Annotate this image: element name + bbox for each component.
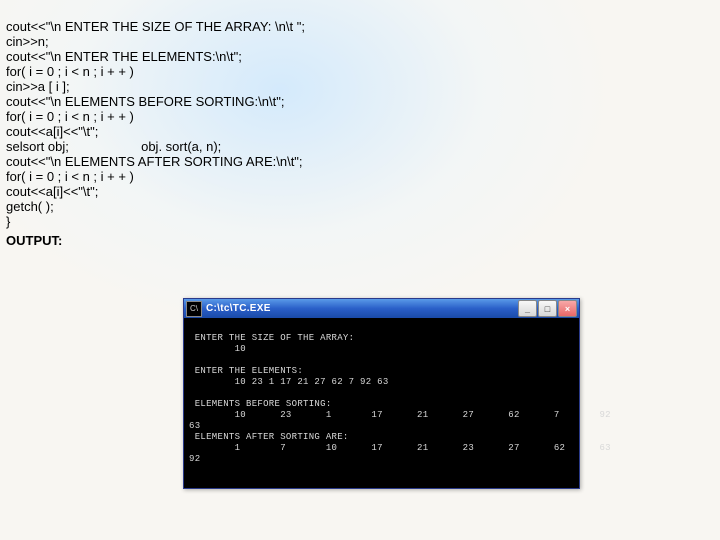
code-line: selsort obj; obj. sort(a, n); — [6, 139, 221, 154]
output-label: OUTPUT: — [0, 229, 720, 252]
code-line: } — [6, 214, 10, 229]
close-button[interactable]: × — [558, 300, 577, 317]
console-line: ENTER THE ELEMENTS: — [189, 366, 303, 376]
console-line: ENTER THE SIZE OF THE ARRAY: — [189, 333, 354, 343]
console-line: 10 23 1 17 21 27 62 7 92 63 — [189, 377, 389, 387]
code-line: cout<<"\n ENTER THE ELEMENTS:\n\t"; — [6, 49, 242, 64]
code-line: for( i = 0 ; i < n ; i + + ) — [6, 169, 134, 184]
code-line: cout<<"\n ELEMENTS BEFORE SORTING:\n\t"; — [6, 94, 284, 109]
code-line: getch( ); — [6, 199, 54, 214]
console-window: C\ C:\tc\TC.EXE _ □ × ENTER THE SIZE OF … — [183, 298, 580, 489]
console-line: 1 7 10 17 21 23 27 62 63 — [189, 443, 611, 453]
titlebar-text: C:\tc\TC.EXE — [206, 303, 518, 314]
code-line: cin>>a [ i ]; — [6, 79, 70, 94]
code-line: cout<<a[i]<<"\t"; — [6, 184, 98, 199]
console-line: 10 — [189, 344, 246, 354]
console-line: 63 — [189, 421, 200, 431]
code-line: cin>>n; — [6, 34, 49, 49]
code-line: for( i = 0 ; i < n ; i + + ) — [6, 64, 134, 79]
console-line: ELEMENTS AFTER SORTING ARE: — [189, 432, 349, 442]
console-line: 10 23 1 17 21 27 62 7 92 — [189, 410, 611, 420]
code-line: cout<<a[i]<<"\t"; — [6, 124, 98, 139]
code-block: cout<<"\n ENTER THE SIZE OF THE ARRAY: \… — [0, 0, 720, 229]
code-line: cout<<"\n ENTER THE SIZE OF THE ARRAY: \… — [6, 19, 305, 34]
console-line: 92 — [189, 454, 200, 464]
titlebar[interactable]: C\ C:\tc\TC.EXE _ □ × — [184, 299, 579, 318]
code-line: cout<<"\n ELEMENTS AFTER SORTING ARE:\n\… — [6, 154, 303, 169]
app-icon: C\ — [186, 301, 202, 317]
console-line: ELEMENTS BEFORE SORTING: — [189, 399, 332, 409]
code-line: for( i = 0 ; i < n ; i + + ) — [6, 109, 134, 124]
maximize-button[interactable]: □ — [538, 300, 557, 317]
minimize-button[interactable]: _ — [518, 300, 537, 317]
window-buttons: _ □ × — [518, 300, 577, 317]
console-body: ENTER THE SIZE OF THE ARRAY: 10 ENTER TH… — [184, 318, 579, 488]
